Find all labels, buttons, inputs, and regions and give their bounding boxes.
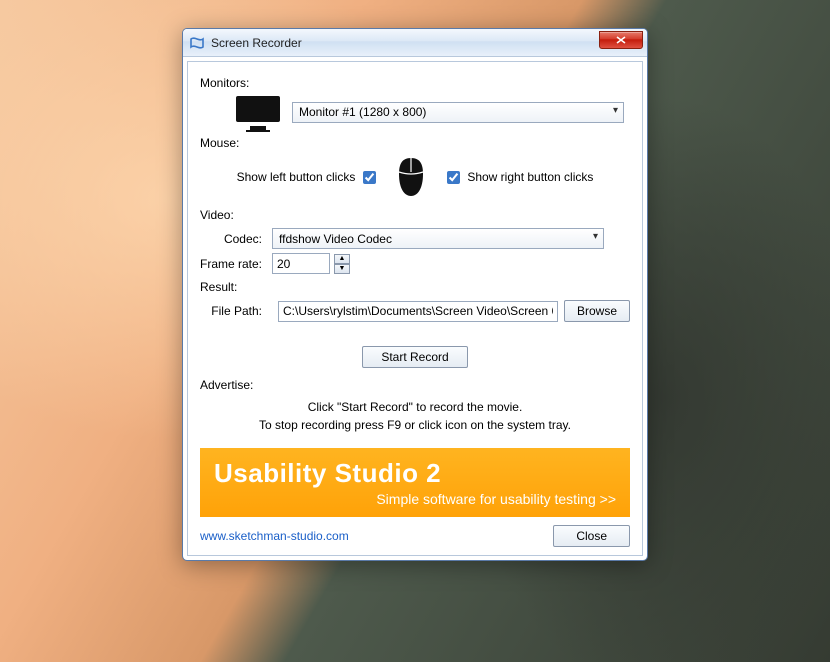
framerate-up-button[interactable]: ▲ [334,254,350,264]
show-left-clicks-checkbox[interactable] [363,171,376,184]
advertise-line1: Click "Start Record" to record the movie… [200,398,630,416]
video-label: Video: [200,208,630,222]
monitors-label: Monitors: [200,76,630,90]
filepath-label: File Path: [200,304,272,318]
ad-banner[interactable]: Usability Studio 2 Simple software for u… [200,448,630,517]
titlebar[interactable]: Screen Recorder [183,29,647,57]
monitor-select[interactable]: Monitor #1 (1280 x 800) [292,102,624,123]
advertise-text: Click "Start Record" to record the movie… [200,398,630,434]
codec-select[interactable]: ffdshow Video Codec [272,228,604,249]
show-right-clicks-label[interactable]: Show right button clicks [443,168,593,187]
advertise-line2: To stop recording press F9 or click icon… [200,416,630,434]
show-left-clicks-label[interactable]: Show left button clicks [237,168,380,187]
show-right-clicks-checkbox[interactable] [447,171,460,184]
window-title: Screen Recorder [211,36,302,50]
content-area: Monitors: Monitor #1 (1280 x 800) Mouse:… [187,61,643,556]
banner-title: Usability Studio 2 [214,458,616,489]
banner-subtitle: Simple software for usability testing >> [214,491,616,507]
close-button[interactable]: Close [553,525,630,547]
window-close-button[interactable] [599,31,643,49]
browse-button[interactable]: Browse [564,300,630,322]
advertise-label: Advertise: [200,378,630,392]
monitor-icon [236,96,280,128]
mouse-label: Mouse: [200,136,630,150]
mouse-icon [393,156,429,198]
right-click-text: Show right button clicks [467,170,593,184]
framerate-down-button[interactable]: ▼ [334,264,350,274]
framerate-input[interactable] [272,253,330,274]
app-icon [189,35,205,51]
framerate-label: Frame rate: [200,257,272,271]
left-click-text: Show left button clicks [237,170,356,184]
filepath-input[interactable] [278,301,558,322]
start-record-button[interactable]: Start Record [362,346,467,368]
screen-recorder-window: Screen Recorder Monitors: Monitor #1 (12… [182,28,648,561]
website-link[interactable]: www.sketchman-studio.com [200,529,349,543]
result-label: Result: [200,280,630,294]
codec-label: Codec: [200,232,272,246]
